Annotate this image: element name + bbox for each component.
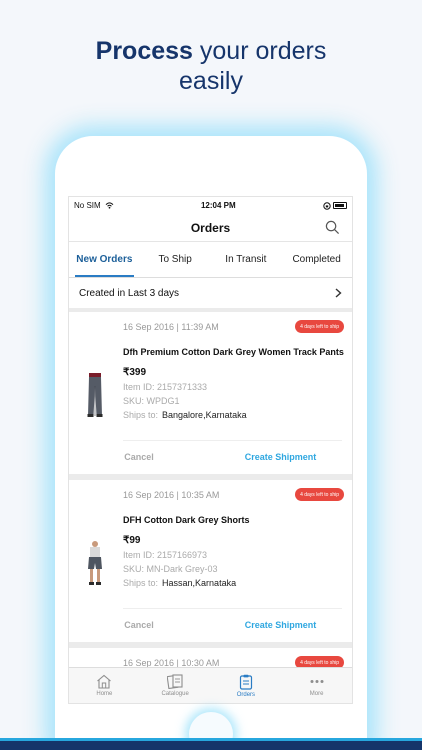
tab-bar-label: Catalogue [161, 691, 189, 697]
tab-bar-label: More [309, 691, 324, 697]
headline-line2: easily [179, 67, 243, 95]
battery-icon [332, 202, 347, 210]
tab-completed[interactable]: Completed [281, 242, 352, 277]
ships-to-value: Hassan,Karnataka [162, 578, 237, 588]
search-icon[interactable] [325, 220, 340, 235]
product-thumbnail[interactable] [81, 540, 109, 586]
cancel-button[interactable]: Cancel [69, 620, 209, 630]
sku: SKU: MN-Dark Grey-03 [123, 564, 218, 574]
tab-bar-label: Home [96, 691, 113, 697]
lock-rotation-icon [323, 202, 331, 210]
tab-in-transit[interactable]: In Transit [211, 242, 282, 277]
carrier-text: No SIM [74, 201, 101, 210]
product-price: ₹399 [123, 367, 147, 378]
ships-to: Ships to: Hassan,Karnataka [123, 578, 236, 588]
item-id: Item ID: 2157166973 [123, 550, 208, 560]
ships-to-label: Ships to: [123, 578, 159, 588]
order-actions: Cancel Create Shipment [69, 439, 352, 474]
ships-to: Ships to: Bangalore,Karnataka [123, 410, 247, 420]
headline-rest: your orders [192, 37, 327, 65]
create-shipment-button[interactable]: Create Shipment [209, 620, 352, 630]
order-date: 16 Sep 2016 | 11:39 AM [123, 322, 219, 332]
bottom-decor-bar [0, 738, 422, 750]
product-name[interactable]: Dfh Premium Cotton Dark Grey Women Track… [123, 347, 348, 357]
status-time: 12:04 PM [200, 201, 236, 210]
create-shipment-button[interactable]: Create Shipment [209, 452, 352, 462]
order-tabs: New Orders To Ship In Transit Completed [69, 242, 352, 278]
status-bar: No SIM 12:04 PM [69, 197, 352, 214]
tab-bar-more[interactable]: More [281, 668, 352, 703]
ships-to-label: Ships to: [123, 410, 159, 420]
product-name[interactable]: DFH Cotton Dark Grey Shorts [123, 515, 348, 525]
wifi-icon [105, 202, 114, 210]
page-title: Orders [190, 220, 231, 235]
tab-bar-home[interactable]: Home [69, 668, 140, 703]
ship-deadline-badge: 4 days left to ship [295, 488, 344, 501]
ships-to-value: Bangalore,Karnataka [162, 410, 247, 420]
more-icon [310, 680, 324, 683]
orders-icon [239, 674, 252, 690]
home-icon [97, 674, 112, 689]
bottom-tab-bar: Home Catalogue Orders More [69, 667, 352, 703]
order-actions: Cancel Create Shipment [69, 607, 352, 642]
tab-new-orders[interactable]: New Orders [69, 242, 140, 277]
headline-bold: Process [95, 37, 193, 65]
item-id: Item ID: 2157371333 [123, 382, 208, 392]
order-card: 16 Sep 2016 | 11:39 AM 4 days left to sh… [69, 312, 352, 474]
filter-label: Created in Last 3 days [79, 287, 180, 299]
order-card: 16 Sep 2016 | 10:35 AM 4 days left to sh… [69, 480, 352, 642]
nav-bar: Orders [69, 214, 352, 242]
tab-bar-catalogue[interactable]: Catalogue [140, 668, 211, 703]
date-filter[interactable]: Created in Last 3 days [69, 278, 352, 308]
headline: Process your orders easily [0, 36, 422, 96]
catalogue-icon [167, 674, 183, 689]
tab-to-ship[interactable]: To Ship [140, 242, 211, 277]
sku: SKU: WPDG1 [123, 396, 180, 406]
chevron-right-icon [335, 288, 342, 298]
divider [123, 440, 342, 441]
status-right [323, 201, 347, 210]
order-date: 16 Sep 2016 | 10:35 AM [123, 490, 220, 500]
product-thumbnail[interactable] [81, 372, 109, 418]
app-screen: No SIM 12:04 PM Orders New Orders To Shi… [68, 196, 353, 704]
cancel-button[interactable]: Cancel [69, 452, 209, 462]
tab-bar-label: Orders [236, 691, 256, 698]
divider [123, 608, 342, 609]
ship-deadline-badge: 4 days left to ship [295, 320, 344, 333]
product-price: ₹99 [123, 535, 141, 546]
tab-bar-orders[interactable]: Orders [211, 668, 282, 703]
carrier-label: No SIM [74, 201, 114, 210]
